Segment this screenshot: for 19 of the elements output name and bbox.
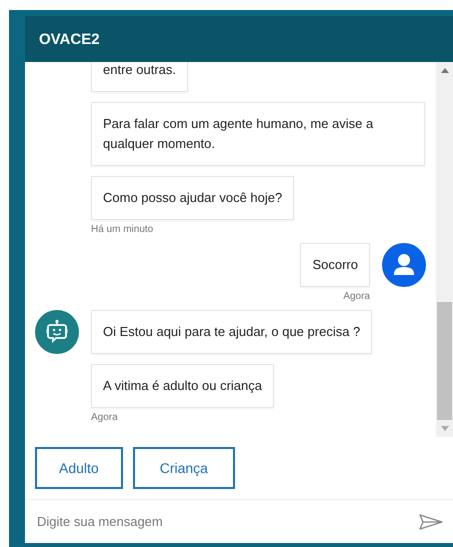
quick-reply-button[interactable]: Adulto	[35, 447, 123, 489]
message-bubble: Para falar com um agente humano, me avise a qualquer momento.	[91, 102, 425, 166]
user-avatar-icon	[382, 243, 426, 287]
timestamp: Agora	[343, 291, 370, 302]
timestamp: Há um minuto	[91, 224, 154, 235]
message-bubble: Socorro	[300, 243, 370, 287]
message-bubble: Oi Estou aqui para te ajudar, o que precisa ?	[91, 310, 372, 354]
quick-reply-button[interactable]: Criança	[132, 447, 235, 489]
timestamp: Agora	[91, 412, 118, 423]
message-bubble: entre outras.	[91, 62, 188, 92]
scrollbar[interactable]	[436, 62, 453, 437]
robot-avatar-icon	[35, 310, 79, 354]
chat-title: OVACE2	[39, 30, 100, 48]
scroll-up-icon[interactable]	[440, 68, 448, 73]
message-bubble: Como posso ajudar você hoje?	[91, 176, 294, 220]
scroll-down-icon[interactable]	[440, 426, 448, 431]
message-input[interactable]: Digite sua mensagem	[35, 513, 419, 530]
message-bubble: A vitima é adulto ou criança	[91, 364, 274, 408]
send-icon[interactable]	[419, 514, 443, 530]
